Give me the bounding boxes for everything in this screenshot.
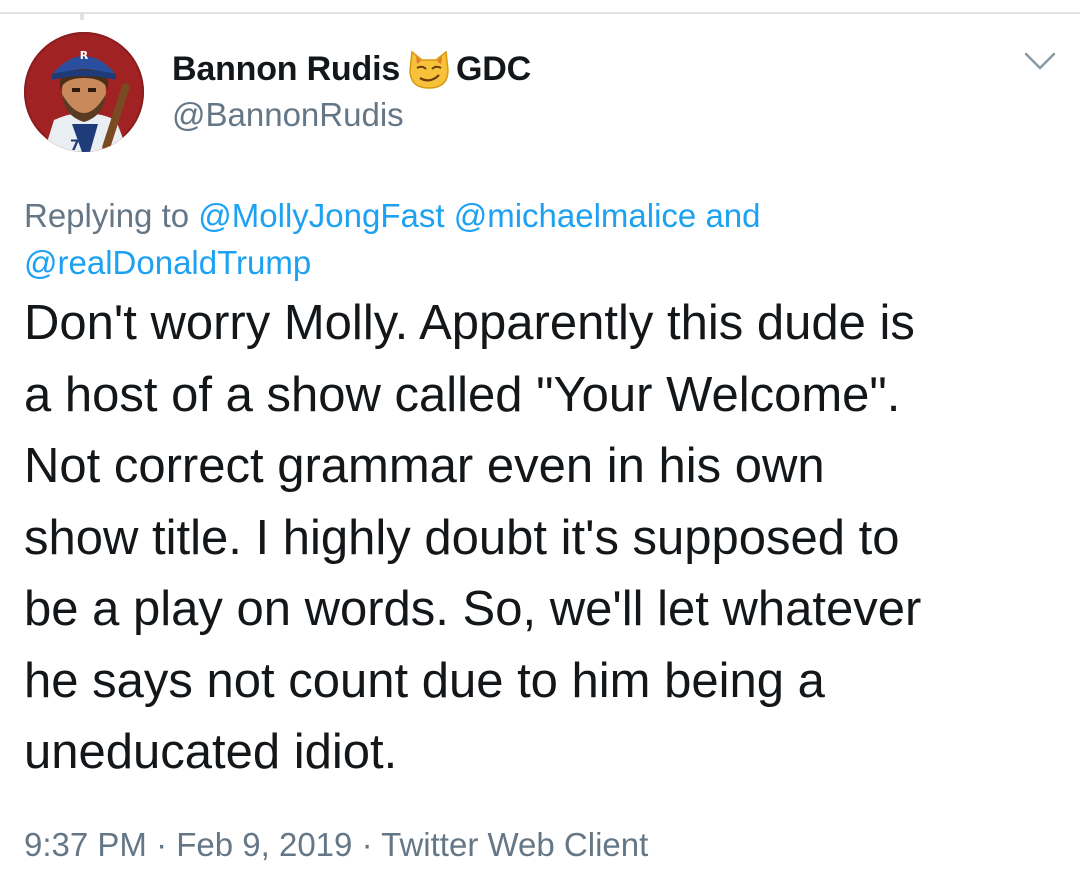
mention-conjunction[interactable]: and (705, 197, 760, 234)
author-name-suffix: GDC (456, 49, 531, 88)
meta-separator: · (361, 826, 373, 863)
svg-text:7: 7 (70, 138, 80, 152)
mention-link[interactable]: @MollyJongFast (198, 197, 444, 234)
meta-separator: · (156, 826, 168, 863)
tweet-card: R 7 Bannon Rudis GDC @BannonRudis Replyi… (0, 0, 1080, 893)
tweet-line: Don't worry Molly. Apparently this dude … (24, 296, 915, 350)
tweet-line: Not correct grammar even in his own (24, 439, 825, 493)
mention-link[interactable]: @realDonaldTrump (24, 244, 311, 281)
chevron-down-icon[interactable] (1022, 48, 1058, 74)
author-name-row[interactable]: Bannon Rudis GDC (172, 46, 531, 92)
svg-text:R: R (80, 49, 89, 62)
tweet-line: uneducated idiot. (24, 725, 398, 779)
tweet-line: be a play on words. So, we'll let whatev… (24, 582, 922, 636)
reply-prefix: Replying to (24, 197, 190, 234)
avatar[interactable]: R 7 (24, 32, 144, 152)
author-name[interactable]: Bannon Rudis (172, 50, 400, 89)
tweet-body: Don't worry Molly. Apparently this dude … (24, 288, 1064, 789)
tweet-line: he says not count due to him being a (24, 653, 825, 708)
tweet-meta: 9:37 PM · Feb 9, 2019 · Twitter Web Clie… (24, 826, 648, 864)
author-handle[interactable]: @BannonRudis (172, 96, 404, 134)
tweet-line: show title. I highly doubt it's supposed… (24, 510, 900, 565)
mention-link[interactable]: @michaelmalice (454, 197, 697, 234)
tweet-line: a host of a show called "Your Welcome". (24, 367, 901, 422)
tweet-date[interactable]: Feb 9, 2019 (176, 826, 352, 863)
smirking-cat-icon (406, 46, 452, 92)
top-divider (0, 12, 1080, 20)
tweet-time[interactable]: 9:37 PM (24, 826, 147, 863)
reply-context: Replying to @MollyJongFast @michaelmalic… (24, 192, 1054, 286)
tweet-client[interactable]: Twitter Web Client (381, 826, 648, 863)
